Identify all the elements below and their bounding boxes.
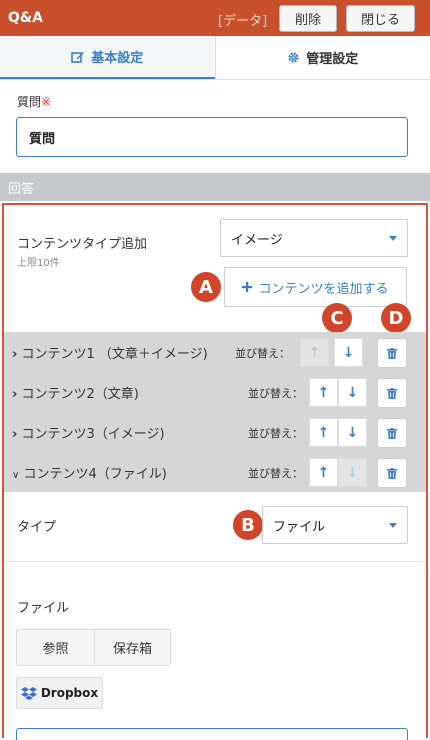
content-limit-note: 上限10件 [17, 254, 60, 269]
type-label: タイプ [17, 516, 56, 535]
sort-label: 並び替え： [248, 385, 303, 401]
content-item-name: ∨ コンテンツ4（ファイル) [12, 463, 167, 482]
chevron-down-icon [389, 236, 397, 241]
content-type-select[interactable]: イメージ [220, 219, 408, 257]
chevron-down-icon: ∨ [12, 470, 19, 481]
tab-basic-settings[interactable]: 基本設定 [0, 36, 215, 79]
data-tag: [データ] [218, 10, 267, 29]
content-item-name: › コンテンツ3（イメージ) [12, 423, 165, 442]
content-list: › コンテンツ1 （文章＋イメージ) 並び替え： ↑ ↓ › コンテンツ2（文章… [4, 332, 426, 492]
arrow-down-icon: ↓ [347, 385, 359, 401]
type-select[interactable]: ファイル [262, 506, 408, 544]
arrow-up-icon: ↑ [318, 465, 330, 481]
trash-icon [387, 468, 397, 479]
move-up-button[interactable]: ↑ [309, 458, 338, 487]
delete-content-button[interactable] [377, 338, 407, 368]
sort-label: 並び替え： [248, 425, 303, 441]
content-item-name: › コンテンツ2（文章) [12, 383, 139, 402]
browse-button[interactable]: 参照 [16, 629, 95, 666]
marker-a: A [191, 272, 221, 302]
tab-label: 管理設定 [306, 48, 358, 67]
required-mark: ※ [41, 95, 51, 109]
marker-c: C [322, 303, 352, 333]
arrow-up-icon: ↑ [309, 345, 321, 361]
close-button[interactable]: 閉じる [346, 5, 415, 32]
dropbox-label: Dropbox [41, 686, 98, 700]
content-item-label: コンテンツ3（イメージ) [22, 427, 165, 442]
delete-content-button[interactable] [377, 378, 407, 408]
move-up-button[interactable]: ↑ [300, 338, 329, 367]
marker-d: D [381, 303, 411, 333]
tab-admin-settings[interactable]: 管理設定 [215, 36, 430, 79]
move-down-button[interactable]: ↓ [338, 418, 367, 447]
content-type-value: イメージ [231, 229, 283, 248]
delete-content-button[interactable] [377, 458, 407, 488]
marker-b: B [233, 510, 263, 540]
arrow-down-icon: ↓ [347, 425, 359, 441]
sort-label: 並び替え： [235, 345, 290, 361]
trash-icon [387, 388, 397, 399]
dropbox-button[interactable]: Dropbox [16, 677, 103, 709]
content-type-label: コンテンツタイプ追加 [17, 233, 147, 252]
move-up-button[interactable]: ↑ [309, 418, 338, 447]
chevron-right-icon: › [12, 347, 17, 362]
move-up-button[interactable]: ↑ [309, 378, 338, 407]
arrow-up-icon: ↑ [318, 425, 330, 441]
settings-tabs: 基本設定 管理設定 [0, 36, 430, 80]
question-label: 質問※ [17, 93, 51, 110]
sort-label: 並び替え： [248, 465, 303, 481]
content-item-name: › コンテンツ1 （文章＋イメージ) [12, 343, 208, 362]
plus-icon [242, 282, 252, 292]
list-item[interactable]: › コンテンツ2（文章) 並び替え： ↑ ↓ [4, 372, 426, 412]
add-content-button[interactable]: コンテンツを追加する [224, 267, 407, 307]
move-down-button[interactable]: ↓ [338, 458, 367, 487]
arrow-down-icon: ↓ [347, 465, 359, 481]
arrow-down-icon: ↓ [343, 345, 355, 361]
trash-icon [387, 348, 397, 359]
chevron-right-icon: › [12, 387, 17, 402]
content-item-label: コンテンツ4（ファイル) [23, 467, 166, 482]
window-title: Q&A [8, 10, 43, 26]
edit-icon [71, 50, 85, 64]
file-input-field[interactable] [16, 728, 408, 740]
arrow-up-icon: ↑ [318, 385, 330, 401]
delete-button[interactable]: 削除 [279, 5, 337, 32]
divider [4, 561, 426, 562]
answer-section-header: 回答 [0, 173, 430, 201]
content-item-label: コンテンツ2（文章) [22, 387, 139, 402]
storage-box-button[interactable]: 保存箱 [94, 629, 171, 666]
add-content-label: コンテンツを追加する [258, 278, 388, 297]
type-select-value: ファイル [273, 516, 325, 535]
list-item[interactable]: › コンテンツ3（イメージ) 並び替え： ↑ ↓ [4, 412, 426, 452]
move-down-button[interactable]: ↓ [338, 378, 367, 407]
trash-icon [387, 428, 397, 439]
chevron-down-icon [389, 523, 397, 528]
list-item[interactable]: › コンテンツ1 （文章＋イメージ) 並び替え： ↑ ↓ [4, 332, 426, 372]
tab-label: 基本設定 [91, 47, 143, 66]
window-header: Q&A [データ] 削除 閉じる [0, 0, 430, 36]
chevron-right-icon: › [12, 427, 17, 442]
delete-content-button[interactable] [377, 418, 407, 448]
move-down-button[interactable]: ↓ [334, 338, 363, 367]
question-input[interactable]: 質問 [16, 117, 408, 157]
gear-icon [287, 51, 300, 64]
question-label-text: 質問 [17, 95, 41, 109]
file-label: ファイル [17, 597, 69, 616]
list-item[interactable]: ∨ コンテンツ4（ファイル) 並び替え： ↑ ↓ [4, 452, 426, 492]
dropbox-icon [21, 687, 37, 700]
content-item-label: コンテンツ1 （文章＋イメージ) [22, 347, 208, 362]
